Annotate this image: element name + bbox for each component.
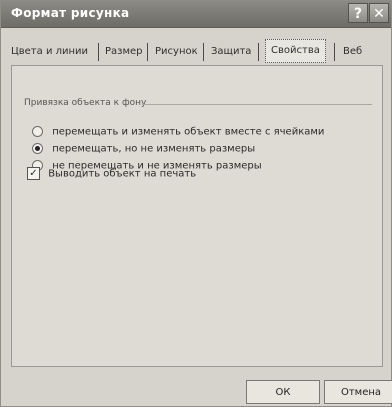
print-object-checkbox[interactable]: ✓ [27,167,40,180]
tab-picture[interactable]: Рисунок [155,42,198,62]
radio-circle[interactable] [32,126,43,137]
ok-button[interactable]: ОК [246,380,320,404]
dialog-window: Формат рисунка ? ✕ Цвета и линии Размер … [0,0,392,407]
tab-web[interactable]: Веб [343,42,362,62]
tab-strip: Цвета и линии Размер Рисунок Защита Свой… [9,35,385,65]
close-icon[interactable]: ✕ [369,3,389,23]
print-object-label: Выводить объект на печать [48,168,197,180]
title-bar: Формат рисунка ? ✕ [1,1,391,28]
group-divider [142,104,372,105]
window-title: Формат рисунка [11,6,130,20]
tab-size[interactable]: Размер [105,42,143,62]
radio-move-resize[interactable]: перемещать и изменять объект вместе с яч… [32,126,324,138]
radio-label: перемещать и изменять объект вместе с яч… [52,126,325,138]
cancel-button[interactable]: Отмена [324,380,392,404]
radio-label: перемещать, но не изменять размеры [52,143,256,155]
properties-panel: Привязка объекта к фону перемещать и изм… [11,65,383,367]
radio-move-no-resize[interactable]: перемещать, но не изменять размеры [32,143,255,155]
help-icon[interactable]: ? [348,3,368,23]
tab-protection[interactable]: Защита [211,42,251,62]
tab-properties[interactable]: Свойства [265,39,326,63]
button-bar: ОК Отмена [1,369,392,405]
print-object-checkbox-row[interactable]: ✓ Выводить объект на печать [27,167,196,180]
tab-colors-lines[interactable]: Цвета и линии [11,42,88,62]
radio-circle[interactable] [32,143,43,154]
group-title: Привязка объекта к фону [24,98,147,108]
